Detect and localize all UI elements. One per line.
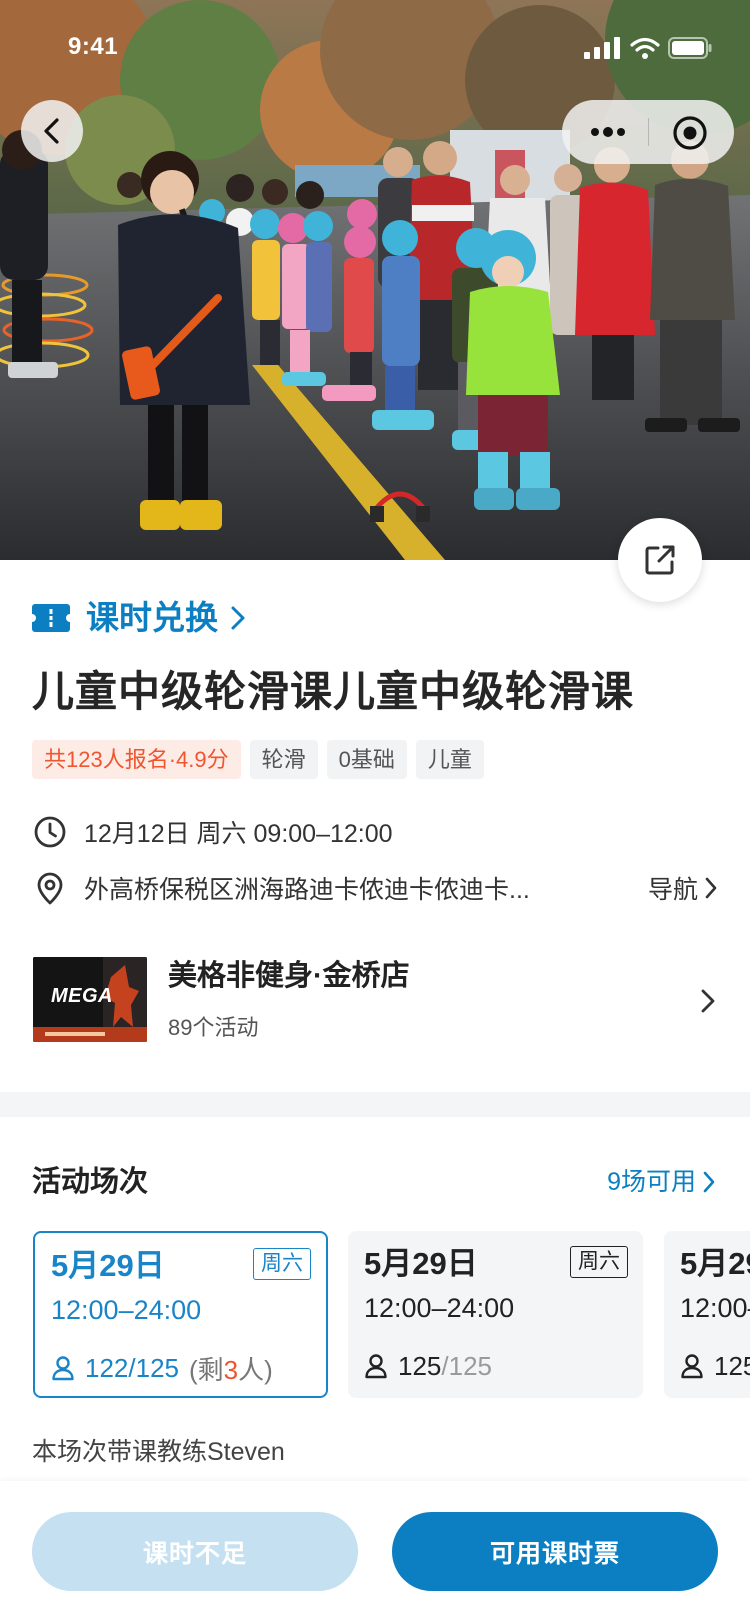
status-time: 9:41: [68, 33, 119, 60]
location-row[interactable]: 外高桥保税区洲海路迪卡侬迪卡侬迪卡... 导航: [32, 871, 718, 905]
person-icon: [52, 1356, 74, 1381]
audience-tag: 儿童: [415, 740, 484, 779]
session-capacity-total: /125: [128, 1352, 179, 1383]
session-capacity: 122/125 (剩3人): [51, 1351, 273, 1385]
level-tag: 0基础: [326, 740, 407, 779]
capsule-divider: [648, 118, 649, 146]
back-button[interactable]: [21, 100, 83, 162]
sessions-available-link[interactable]: 9场可用: [607, 1166, 716, 1198]
bottom-action-bar: 课时不足 可用课时票: [0, 1481, 750, 1624]
remaining-suffix: 人): [238, 1354, 273, 1385]
lesson-exchange-link[interactable]: 课时兑换: [32, 598, 246, 638]
store-name[interactable]: 美格非健身·金桥店: [168, 958, 410, 994]
insufficient-lessons-button[interactable]: 课时不足: [32, 1512, 358, 1591]
session-time: 12:00–24:00: [680, 1293, 750, 1323]
session-card[interactable]: 5月29日 周六 12:00–24:00 125/125: [348, 1231, 643, 1398]
chevron-right-icon: [230, 605, 246, 631]
schedule-row: 12月12日 周六 09:00–12:00: [32, 815, 718, 849]
coach-note: 本场次带课教练Steven: [32, 1438, 285, 1466]
more-button[interactable]: [586, 120, 630, 144]
chevron-right-icon: [703, 1171, 715, 1193]
session-enrolled: 125: [714, 1350, 750, 1381]
session-weekday-badge: 周六: [253, 1248, 311, 1280]
activity-detail-screen: 9:41 课时兑换 儿童中级轮滑课儿童中级轮滑课 共123人报名·4.9分 轮滑…: [0, 0, 750, 1624]
more-dots-icon: [591, 127, 625, 137]
session-time: 12:00–24:00: [364, 1293, 515, 1323]
signal-icon: [584, 37, 620, 59]
back-chevron-icon: [44, 118, 59, 144]
session-capacity: 125: [680, 1349, 750, 1383]
session-capacity-total: /125: [441, 1350, 492, 1381]
wifi-icon: [630, 37, 660, 59]
section-divider: [0, 1092, 750, 1117]
navigation-label: 导航: [647, 876, 698, 904]
session-date: 5月29日: [364, 1246, 478, 1281]
session-carousel[interactable]: 5月29日 周六 12:00–24:00 122/125 (剩3人) 5月29日…: [0, 1231, 750, 1401]
session-capacity: 125/125: [364, 1349, 492, 1383]
chevron-right-icon: [705, 877, 717, 899]
store-activity-count: 89个活动: [168, 1015, 259, 1040]
session-date: 5月29日: [680, 1246, 750, 1281]
tag-list: 共123人报名·4.9分 轮滑 0基础 儿童: [32, 740, 484, 779]
session-weekday-badge: 周六: [570, 1246, 628, 1278]
category-tag: 轮滑: [249, 740, 318, 779]
status-icons: [584, 36, 712, 60]
hero-photo: [0, 0, 750, 560]
navigation-link[interactable]: 导航: [648, 870, 718, 906]
clock-icon: [32, 815, 68, 849]
activity-title: 儿童中级轮滑课儿童中级轮滑课: [32, 668, 635, 715]
store-logo-text: MEGA: [51, 985, 113, 1007]
session-enrolled: 125: [398, 1350, 442, 1381]
target-icon: [673, 116, 707, 150]
store-chevron-right-icon[interactable]: [700, 988, 716, 1019]
session-card[interactable]: 5月29日 12:00–24:00 125: [664, 1231, 750, 1398]
ticket-icon: [32, 604, 70, 632]
session-remaining: (剩3人): [189, 1350, 273, 1387]
battery-icon: [668, 37, 712, 59]
rating-tag: 共123人报名·4.9分: [32, 740, 241, 779]
person-icon: [365, 1354, 387, 1379]
mini-program-capsule: [562, 100, 734, 164]
hero-photo-image: [0, 0, 750, 560]
address-text: 外高桥保税区洲海路迪卡侬迪卡侬迪卡...: [84, 876, 530, 904]
use-lesson-ticket-button[interactable]: 可用课时票: [392, 1512, 718, 1591]
remaining-prefix: (剩: [189, 1354, 224, 1385]
share-external-icon: [645, 545, 675, 575]
remaining-count: 3: [223, 1354, 239, 1385]
sessions-heading: 活动场次: [32, 1166, 149, 1198]
session-enrolled: 122: [85, 1352, 129, 1383]
person-icon: [681, 1354, 703, 1379]
session-card-selected[interactable]: 5月29日 周六 12:00–24:00 122/125 (剩3人): [33, 1231, 328, 1398]
share-button[interactable]: [618, 518, 702, 602]
close-mini-program-button[interactable]: [670, 113, 710, 153]
lesson-exchange-label: 课时兑换: [86, 599, 218, 636]
store-logo[interactable]: MEGA: [33, 957, 147, 1042]
sessions-available-label: 9场可用: [607, 1168, 696, 1196]
session-date: 5月29日: [51, 1248, 165, 1283]
location-pin-icon: [32, 871, 68, 905]
schedule-text: 12月12日 周六 09:00–12:00: [84, 820, 393, 848]
session-time: 12:00–24:00: [51, 1295, 202, 1325]
